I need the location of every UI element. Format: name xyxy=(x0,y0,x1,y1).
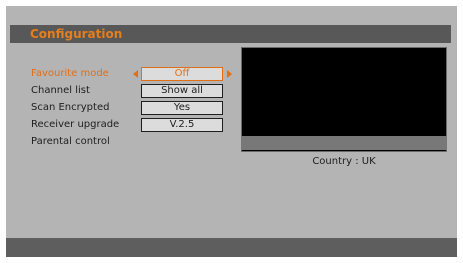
scan-encrypted-value[interactable]: Yes xyxy=(141,101,223,115)
title-bar: Configuration xyxy=(10,25,451,43)
arrow-left-icon[interactable] xyxy=(133,70,138,78)
preview-info-bar xyxy=(241,136,447,150)
menu-item-label: Channel list xyxy=(31,85,90,96)
menu-item-channel-list[interactable]: Channel list Show all xyxy=(31,83,231,99)
menu-item-scan-encrypted[interactable]: Scan Encrypted Yes xyxy=(31,100,231,116)
bottom-bar xyxy=(6,238,457,257)
menu-item-favourite-mode[interactable]: Favourite mode Off xyxy=(31,66,232,82)
menu-item-label: Receiver upgrade xyxy=(31,119,120,130)
favourite-mode-value[interactable]: Off xyxy=(141,67,223,81)
channel-list-value[interactable]: Show all xyxy=(141,84,223,98)
configuration-screen: Configuration Favourite mode Off Channel… xyxy=(6,6,457,257)
menu-item-label: Parental control xyxy=(31,136,110,147)
page-title: Configuration xyxy=(30,27,123,41)
menu-item-label: Scan Encrypted xyxy=(31,102,110,113)
menu-item-receiver-upgrade[interactable]: Receiver upgrade V.2.5 xyxy=(31,117,231,133)
menu-item-parental-control[interactable]: Parental control xyxy=(31,134,231,150)
menu-item-label: Favourite mode xyxy=(31,68,109,79)
receiver-upgrade-value[interactable]: V.2.5 xyxy=(141,118,223,132)
country-label: Country : UK xyxy=(312,156,376,167)
arrow-right-icon[interactable] xyxy=(227,70,232,78)
